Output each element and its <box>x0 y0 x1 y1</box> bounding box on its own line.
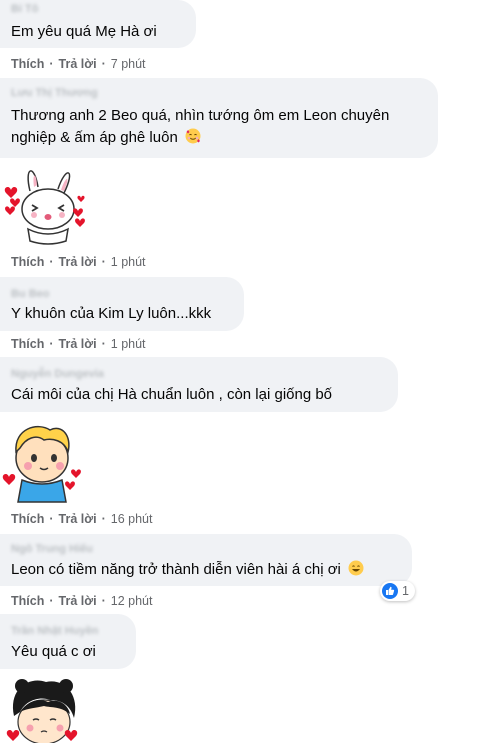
comment-text: Y khuôn của Kim Ly luôn...kkk <box>11 305 212 322</box>
comment-actions: Thích · Trả lời · 7 phút <box>11 56 146 72</box>
reply-button[interactable]: Trả lời <box>59 594 97 608</box>
reply-button[interactable]: Trả lời <box>59 512 97 526</box>
comment-text-line: nghiệp & ấm áp ghê luôn <box>11 127 389 149</box>
reaction-count: 1 <box>402 584 409 598</box>
separator-dot: · <box>49 337 54 351</box>
smiling-face-with-hearts-icon <box>185 128 201 144</box>
like-button[interactable]: Thích <box>11 594 44 608</box>
separator-dot: · <box>49 57 54 71</box>
comment-bubble: Nguyễn Dungevia Cái môi của chị Hà chuẩn… <box>0 357 398 412</box>
comment-author[interactable]: Ngô Trung Hiếu <box>11 543 93 555</box>
comment-time[interactable]: 1 phút <box>111 255 146 269</box>
comment-text: Leon có tiềm năng trở thành diễn viên hà… <box>11 559 364 581</box>
girl-heart-sticker <box>6 679 78 743</box>
comment-actions: Thích · Trả lời · 1 phút <box>11 336 146 352</box>
comment-author[interactable]: Bu Beo <box>11 288 50 300</box>
reaction-badge[interactable]: 1 <box>380 581 415 601</box>
comment-text: Cái môi của chị Hà chuẩn luôn , còn lại … <box>11 386 333 403</box>
reply-button[interactable]: Trả lời <box>59 57 97 71</box>
separator-dot: · <box>101 594 106 608</box>
like-button[interactable]: Thích <box>11 337 44 351</box>
separator-dot: · <box>49 594 54 608</box>
like-button[interactable]: Thích <box>11 57 44 71</box>
like-button[interactable]: Thích <box>11 255 44 269</box>
comment-time[interactable]: 16 phút <box>111 512 153 526</box>
comment-text: Em yêu quá Mẹ Hà ơi <box>11 23 157 40</box>
blond-boy-heart-sticker <box>2 425 81 503</box>
comment-bubble: Bu Beo Y khuôn của Kim Ly luôn...kkk <box>0 277 244 331</box>
comment-bubble: Lưu Thị Thương Thương anh 2 Beo quá, nhì… <box>0 78 438 158</box>
comment-bubble: Ngô Trung Hiếu Leon có tiềm năng trở thà… <box>0 534 412 586</box>
grinning-face-icon <box>348 560 364 576</box>
separator-dot: · <box>101 57 106 71</box>
like-button[interactable]: Thích <box>11 512 44 526</box>
comment-actions: Thích · Trả lời · 1 phút <box>11 254 146 270</box>
comment-author[interactable]: Lưu Thị Thương <box>11 87 98 99</box>
comment-bubble: Bi Tô Em yêu quá Mẹ Hà ơi <box>0 0 196 48</box>
comment-time[interactable]: 1 phút <box>111 337 146 351</box>
bunny-heart-sticker <box>4 170 85 245</box>
comment-text-content: Leon có tiềm năng trở thành diễn viên hà… <box>11 561 341 578</box>
comment-text-line: Thương anh 2 Beo quá, nhìn tướng ôm em L… <box>11 107 390 124</box>
comment-actions: Thích · Trả lời · 12 phút <box>11 593 152 609</box>
reply-button[interactable]: Trả lời <box>59 255 97 269</box>
reply-button[interactable]: Trả lời <box>59 337 97 351</box>
comment-text-line-2: nghiệp & ấm áp ghê luôn <box>11 129 178 146</box>
separator-dot: · <box>49 255 54 269</box>
comment-bubble: Trần Nhật Huyền Yêu quá c ơi <box>0 614 136 669</box>
comment-text: Thương anh 2 Beo quá, nhìn tướng ôm em L… <box>11 105 389 149</box>
comment-time[interactable]: 12 phút <box>111 594 153 608</box>
separator-dot: · <box>101 255 106 269</box>
like-icon <box>382 583 398 599</box>
comment-text: Yêu quá c ơi <box>11 643 96 660</box>
separator-dot: · <box>49 512 54 526</box>
comment-author[interactable]: Nguyễn Dungevia <box>11 368 104 380</box>
comment-author[interactable]: Bi Tô <box>11 3 39 15</box>
separator-dot: · <box>101 512 106 526</box>
comment-actions: Thích · Trả lời · 16 phút <box>11 511 152 527</box>
comment-author[interactable]: Trần Nhật Huyền <box>11 625 98 637</box>
comment-time[interactable]: 7 phút <box>111 57 146 71</box>
separator-dot: · <box>101 337 106 351</box>
